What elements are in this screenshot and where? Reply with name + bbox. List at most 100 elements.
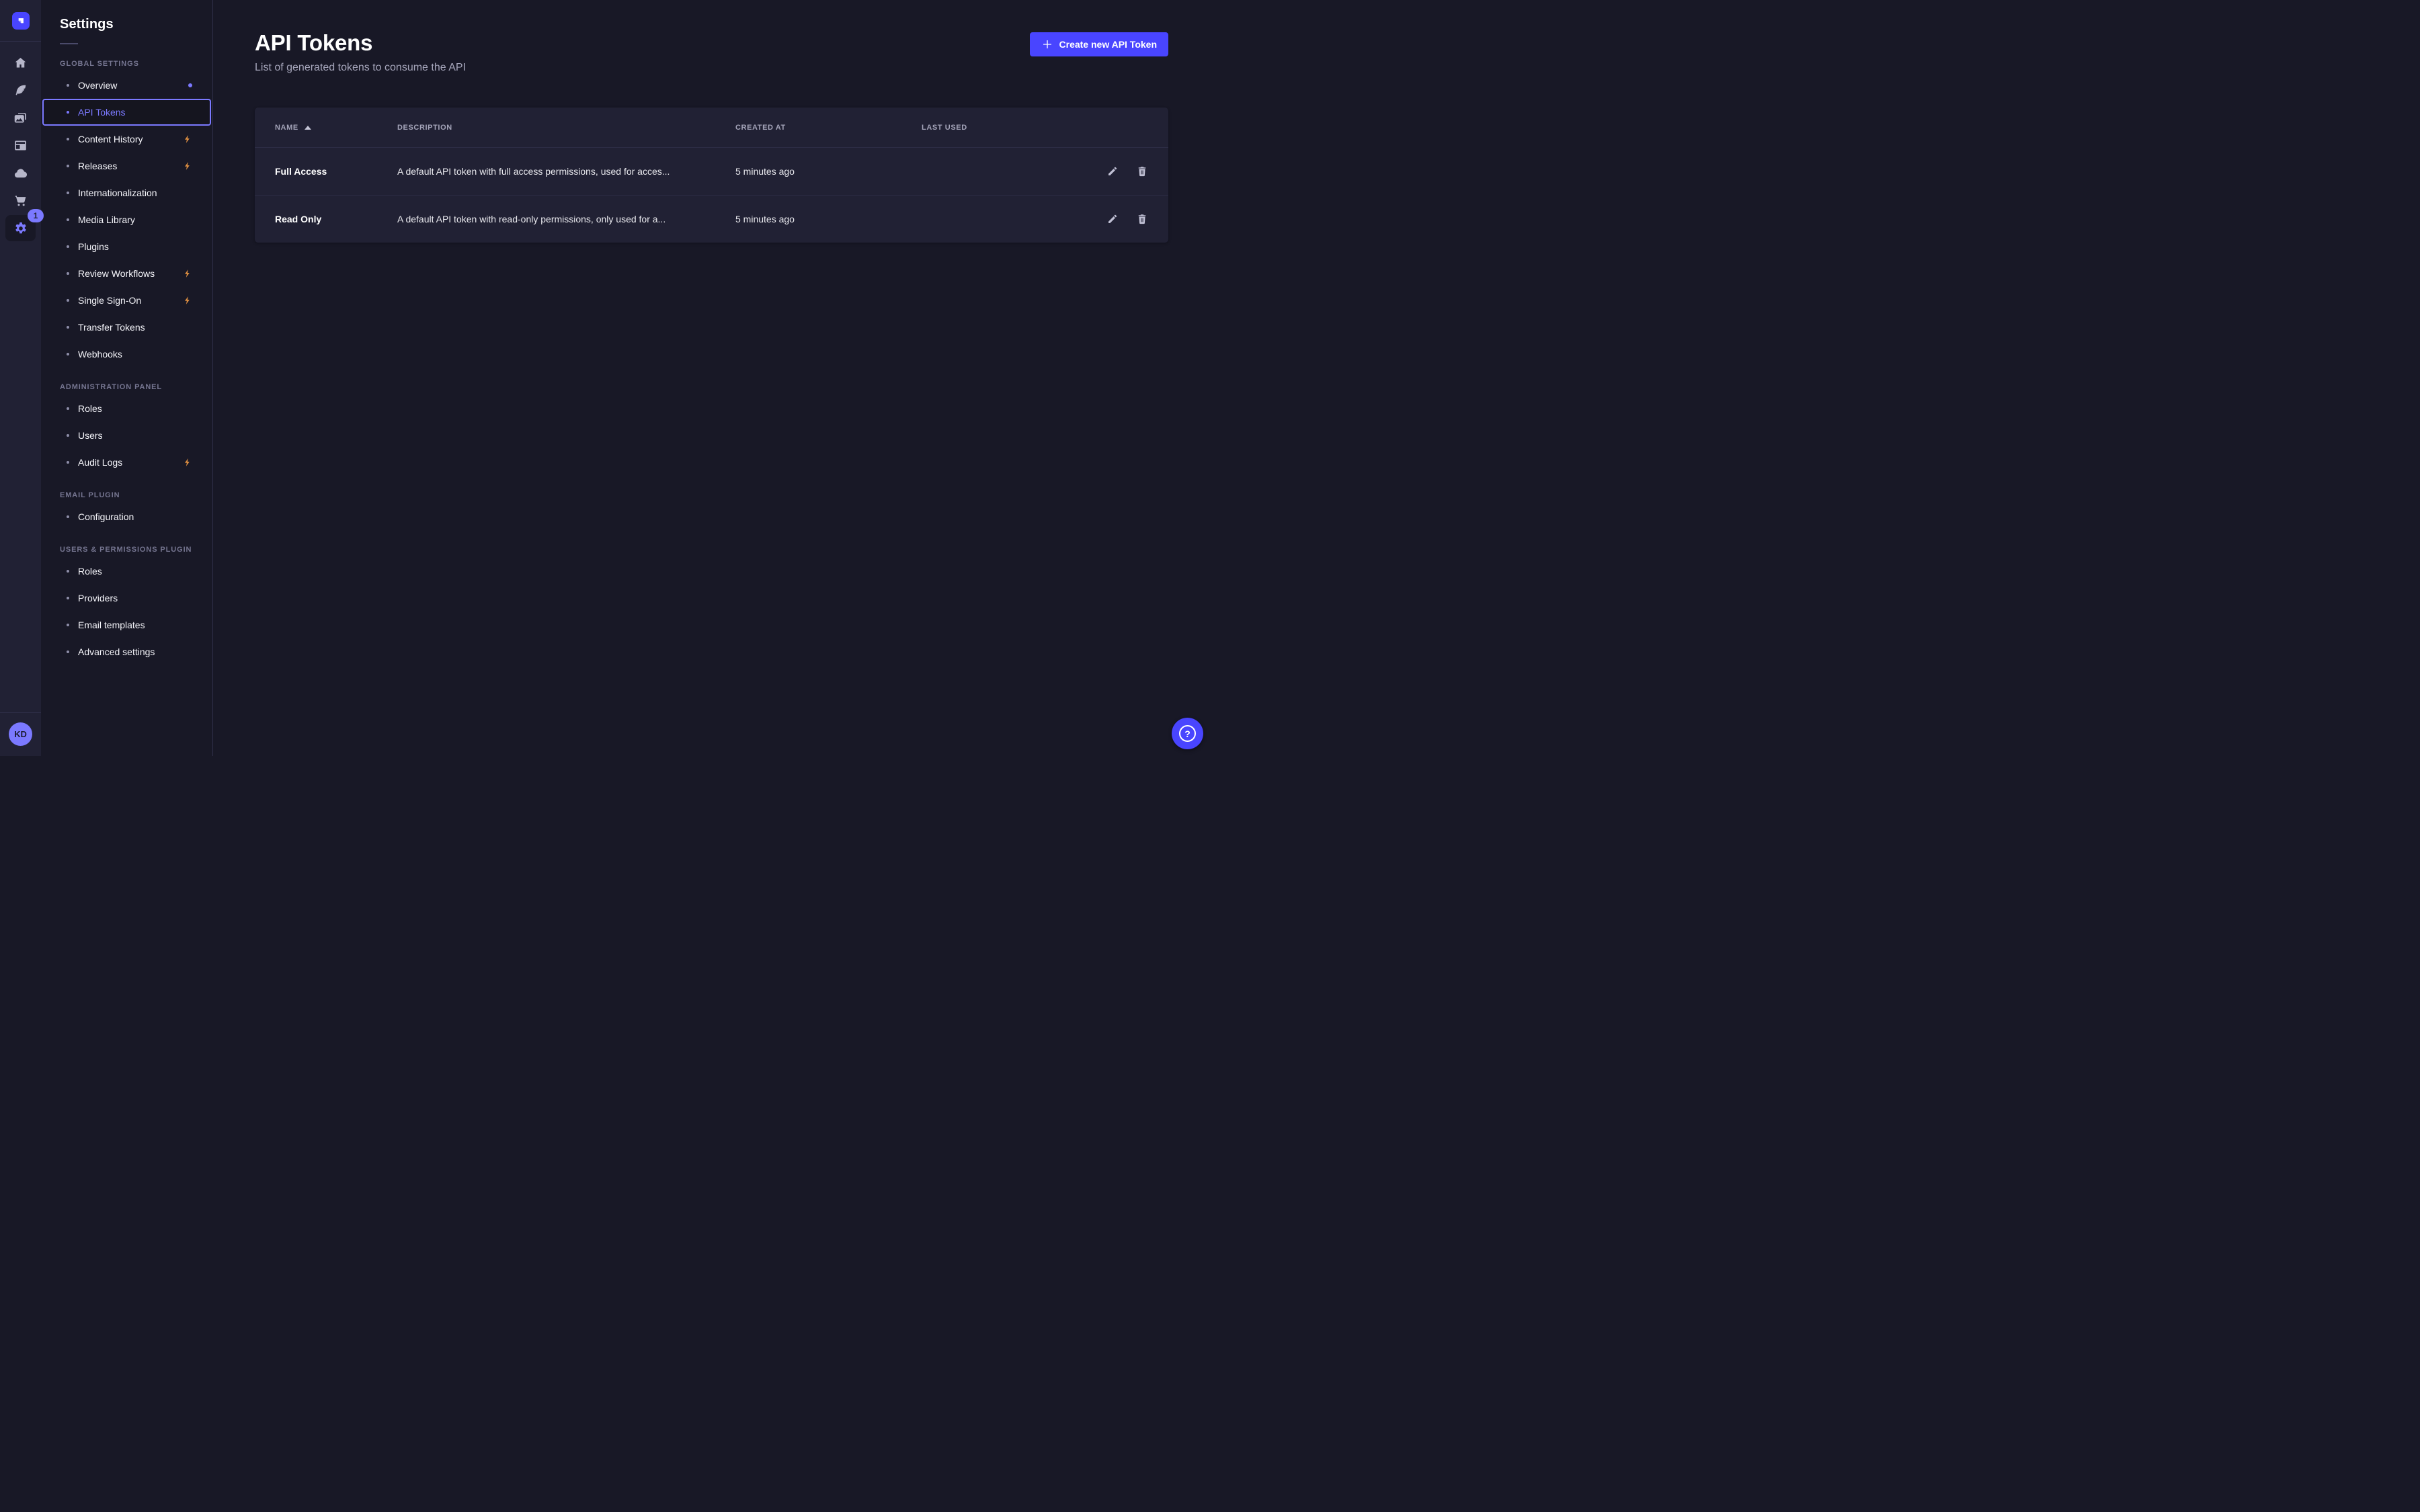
sidebar-item-roles[interactable]: Roles <box>42 558 211 585</box>
sidebar-item-label: Advanced settings <box>78 646 155 657</box>
delete-icon <box>1136 165 1148 177</box>
sidebar-item-roles[interactable]: Roles <box>42 395 211 422</box>
nav-section-header-users-permissions-plugin: Users & Permissions Plugin <box>60 546 194 554</box>
delete-icon <box>1136 213 1148 225</box>
sidebar-item-internationalization[interactable]: Internationalization <box>42 179 211 206</box>
rail-item-settings[interactable]: 1 <box>5 215 36 241</box>
sidebar-item-api-tokens[interactable]: API Tokens <box>42 99 211 126</box>
sidebar-item-label: Roles <box>78 403 102 414</box>
lightning-bolt-icon <box>183 134 192 144</box>
sidebar-item-media-library[interactable]: Media Library <box>42 206 211 233</box>
sidebar-item-plugins[interactable]: Plugins <box>42 233 211 260</box>
sidebar-item-label: API Tokens <box>78 107 126 118</box>
sidebar-item-label: Roles <box>78 566 102 577</box>
bullet-icon <box>67 434 69 437</box>
column-header-label: Last used <box>922 124 967 132</box>
rail-item-media-library[interactable] <box>5 105 36 131</box>
bullet-icon <box>67 353 69 355</box>
table-body: Full AccessA default API token with full… <box>255 147 1168 243</box>
sidebar-item-providers[interactable]: Providers <box>42 585 211 612</box>
rail-nav: 1 <box>5 50 36 241</box>
bullet-icon <box>67 461 69 464</box>
sidebar-item-label: Email templates <box>78 620 145 630</box>
bullet-icon <box>67 192 69 194</box>
strapi-logo[interactable] <box>12 12 30 30</box>
row-actions <box>1084 213 1148 225</box>
cart-icon <box>13 194 28 208</box>
sidebar-item-label: Configuration <box>78 511 134 522</box>
delete-button[interactable] <box>1136 165 1148 177</box>
sidebar-item-configuration[interactable]: Configuration <box>42 503 211 530</box>
sidebar-item-label: Transfer Tokens <box>78 322 145 333</box>
settings-subnav: Settings Global SettingsOverviewAPI Toke… <box>41 0 213 756</box>
table-row-read-only[interactable]: Read OnlyA default API token with read-o… <box>255 195 1168 243</box>
bullet-icon <box>67 272 69 275</box>
sidebar-item-advanced-settings[interactable]: Advanced settings <box>42 638 211 665</box>
settings-title-divider <box>60 43 78 44</box>
strapi-admin-settings-page: { "colors": { "bg": "#181826", "surface"… <box>0 0 1210 756</box>
nav-section-header-global-settings: Global Settings <box>60 60 194 68</box>
sidebar-item-email-templates[interactable]: Email templates <box>42 612 211 638</box>
rail-divider-bottom <box>0 712 41 713</box>
bullet-icon <box>67 597 69 599</box>
column-header-last-used[interactable]: Last used <box>922 124 1084 132</box>
sidebar-item-label: Overview <box>78 80 117 91</box>
page-header: API Tokens List of generated tokens to c… <box>255 30 1168 74</box>
sidebar-item-label: Review Workflows <box>78 268 155 279</box>
rail-item-deploy[interactable] <box>5 160 36 186</box>
delete-button[interactable] <box>1136 213 1148 225</box>
sidebar-item-label: Audit Logs <box>78 457 122 468</box>
edit-icon <box>1106 213 1119 225</box>
edit-button[interactable] <box>1106 213 1119 225</box>
layout-icon <box>13 138 28 153</box>
sidebar-item-label: Users <box>78 430 103 441</box>
sidebar-item-review-workflows[interactable]: Review Workflows <box>42 260 211 287</box>
bullet-icon <box>67 165 69 167</box>
sidebar-item-label: Plugins <box>78 241 109 252</box>
table-row-full-access[interactable]: Full AccessA default API token with full… <box>255 147 1168 195</box>
sidebar-item-audit-logs[interactable]: Audit Logs <box>42 449 211 476</box>
sidebar-item-single-sign-on[interactable]: Single Sign-On <box>42 287 211 314</box>
avatar[interactable]: KD <box>9 722 32 746</box>
home-icon <box>13 56 28 70</box>
bullet-icon <box>67 84 69 87</box>
bullet-icon <box>67 299 69 302</box>
rail-item-home[interactable] <box>5 50 36 76</box>
main-content: API Tokens List of generated tokens to c… <box>213 0 1210 756</box>
sidebar-item-overview[interactable]: Overview <box>42 72 211 99</box>
bullet-icon <box>67 624 69 626</box>
bullet-icon <box>67 138 69 140</box>
sidebar-item-content-history[interactable]: Content History <box>42 126 211 153</box>
rail-divider-top <box>0 41 41 42</box>
strapi-logo-icon <box>15 15 27 27</box>
column-header-created-at[interactable]: Created at <box>735 124 922 132</box>
feather-icon <box>13 83 28 97</box>
column-header-label: Description <box>397 124 452 132</box>
sidebar-item-users[interactable]: Users <box>42 422 211 449</box>
sidebar-item-label: Content History <box>78 134 143 144</box>
create-api-token-label: Create new API Token <box>1059 39 1157 50</box>
sidebar-item-releases[interactable]: Releases <box>42 153 211 179</box>
sidebar-item-transfer-tokens[interactable]: Transfer Tokens <box>42 314 211 341</box>
lightning-bolt-icon <box>183 458 192 467</box>
help-button[interactable]: ? <box>1172 718 1203 749</box>
page-header-text: API Tokens List of generated tokens to c… <box>255 30 466 74</box>
rail-item-content-manager[interactable] <box>5 132 36 159</box>
column-header-name[interactable]: Name <box>275 124 397 132</box>
token-name: Read Only <box>275 214 397 224</box>
bullet-icon <box>67 650 69 653</box>
bullet-icon <box>67 111 69 114</box>
settings-nav-sections: Global Settings Overview API Tokens Content… <box>41 60 212 665</box>
create-api-token-button[interactable]: Create new API Token <box>1030 32 1168 56</box>
notification-dot-icon <box>188 83 192 87</box>
rail-item-content-type-builder[interactable] <box>5 77 36 103</box>
bullet-icon <box>67 515 69 518</box>
page-title: API Tokens <box>255 30 466 56</box>
edit-button[interactable] <box>1106 165 1119 177</box>
sidebar-item-webhooks[interactable]: Webhooks <box>42 341 211 368</box>
bullet-icon <box>67 218 69 221</box>
column-header-description[interactable]: Description <box>397 124 735 132</box>
rail-bottom: KD <box>0 712 41 756</box>
row-actions <box>1084 165 1148 177</box>
column-header-label: Created at <box>735 124 786 132</box>
